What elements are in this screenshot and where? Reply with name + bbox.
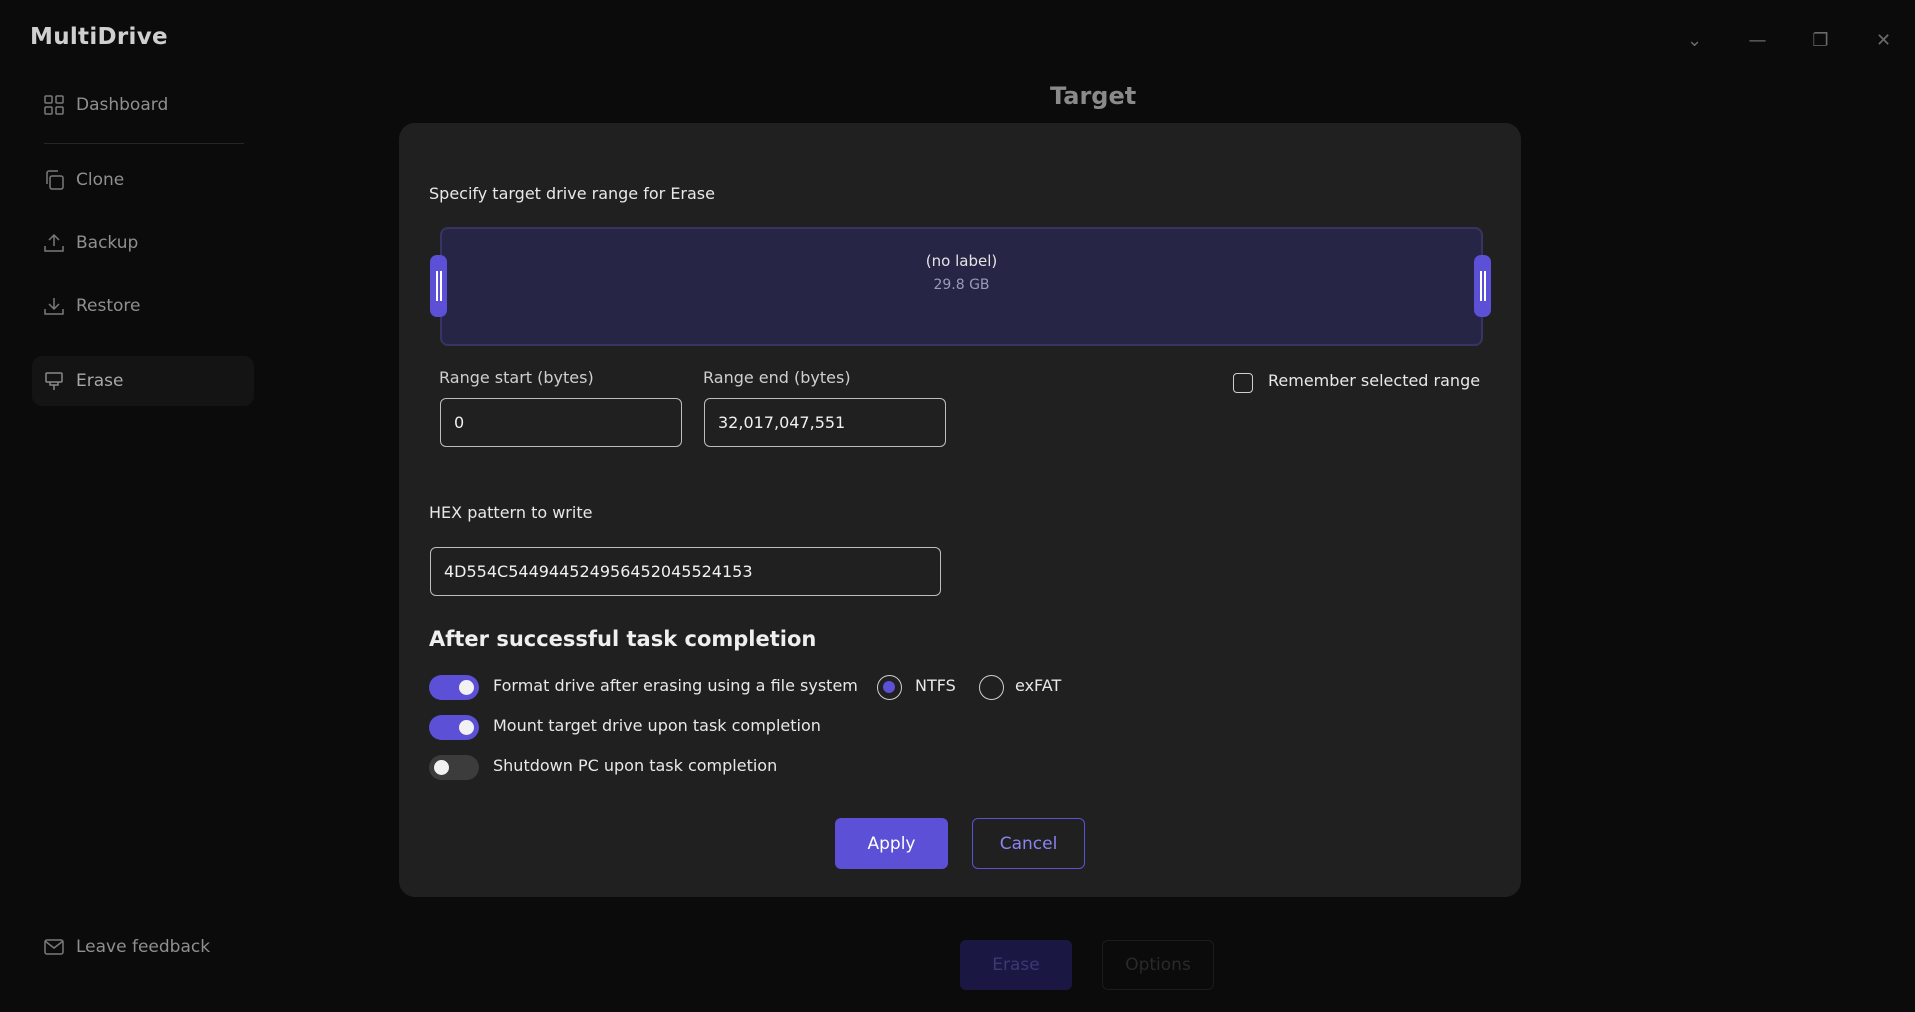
sidebar-item-label: Erase <box>76 371 124 391</box>
close-icon[interactable]: ✕ <box>1852 26 1915 54</box>
hex-pattern-input[interactable] <box>430 547 941 596</box>
after-task-title: After successful task completion <box>429 627 817 651</box>
hex-pattern-label: HEX pattern to write <box>429 503 593 522</box>
mount-drive-toggle[interactable] <box>429 715 479 740</box>
drive-label: (no label) <box>925 252 998 270</box>
erase-range-dialog: Specify target drive range for Erase (no… <box>399 123 1521 897</box>
shutdown-pc-toggle[interactable] <box>429 755 479 780</box>
drive-size: 29.8 GB <box>933 277 990 293</box>
sidebar-item-clone[interactable]: Clone <box>32 155 254 205</box>
sidebar-item-label: Backup <box>76 233 139 253</box>
shutdown-pc-label: Shutdown PC upon task completion <box>493 756 778 775</box>
sidebar-item-backup[interactable]: Backup <box>32 218 254 268</box>
backup-icon <box>32 233 76 253</box>
feedback-label: Leave feedback <box>76 937 211 957</box>
remember-range-label: Remember selected range <box>1268 371 1481 390</box>
toggle-knob <box>459 720 474 735</box>
range-start-input[interactable] <box>440 398 682 447</box>
mail-icon <box>32 939 76 955</box>
toggle-knob <box>434 760 449 775</box>
dialog-heading: Specify target drive range for Erase <box>429 184 715 203</box>
cancel-button[interactable]: Cancel <box>972 818 1085 869</box>
format-drive-label: Format drive after erasing using a file … <box>493 676 858 695</box>
grip-icon <box>435 271 442 301</box>
range-end-input[interactable] <box>704 398 946 447</box>
range-end-handle[interactable] <box>1474 255 1491 317</box>
sidebar-item-erase[interactable]: Erase <box>32 356 254 406</box>
restore-icon <box>32 296 76 316</box>
app-title: MultiDrive <box>30 24 168 50</box>
remember-range-checkbox[interactable] <box>1233 373 1253 393</box>
sidebar-item-label: Dashboard <box>76 95 169 115</box>
sidebar-item-dashboard[interactable]: Dashboard <box>32 80 254 130</box>
erase-button[interactable]: Erase <box>960 940 1072 990</box>
sidebar-item-restore[interactable]: Restore <box>32 281 254 331</box>
toggle-knob <box>459 680 474 695</box>
app-window: MultiDrive ⌄ — ❐ ✕ Dashboard Clone Backu… <box>0 0 1915 1012</box>
exfat-label: exFAT <box>1015 676 1062 695</box>
sidebar-divider <box>44 143 244 144</box>
format-drive-toggle[interactable] <box>429 675 479 700</box>
range-start-handle[interactable] <box>430 255 447 317</box>
options-button[interactable]: Options <box>1102 940 1214 990</box>
mount-drive-label: Mount target drive upon task completion <box>493 716 821 735</box>
exfat-radio[interactable] <box>979 675 1004 700</box>
ntfs-label: NTFS <box>915 676 956 695</box>
ntfs-radio[interactable] <box>877 675 902 700</box>
page-title: Target <box>1050 82 1137 110</box>
range-end-label: Range end (bytes) <box>703 368 851 387</box>
clone-icon <box>32 170 76 190</box>
range-start-label: Range start (bytes) <box>439 368 594 387</box>
sidebar-item-label: Clone <box>76 170 125 190</box>
erase-icon <box>32 371 76 391</box>
drive-range-bar[interactable]: (no label) 29.8 GB <box>440 227 1483 346</box>
sidebar-item-label: Restore <box>76 296 141 316</box>
minimize-icon[interactable]: — <box>1726 26 1789 54</box>
leave-feedback-link[interactable]: Leave feedback <box>32 937 210 957</box>
apply-button[interactable]: Apply <box>835 818 948 869</box>
dashboard-icon <box>32 95 76 115</box>
window-controls: ⌄ — ❐ ✕ <box>1663 26 1915 54</box>
chevron-down-icon[interactable]: ⌄ <box>1663 26 1726 54</box>
restore-icon[interactable]: ❐ <box>1789 26 1852 54</box>
grip-icon <box>1479 271 1486 301</box>
